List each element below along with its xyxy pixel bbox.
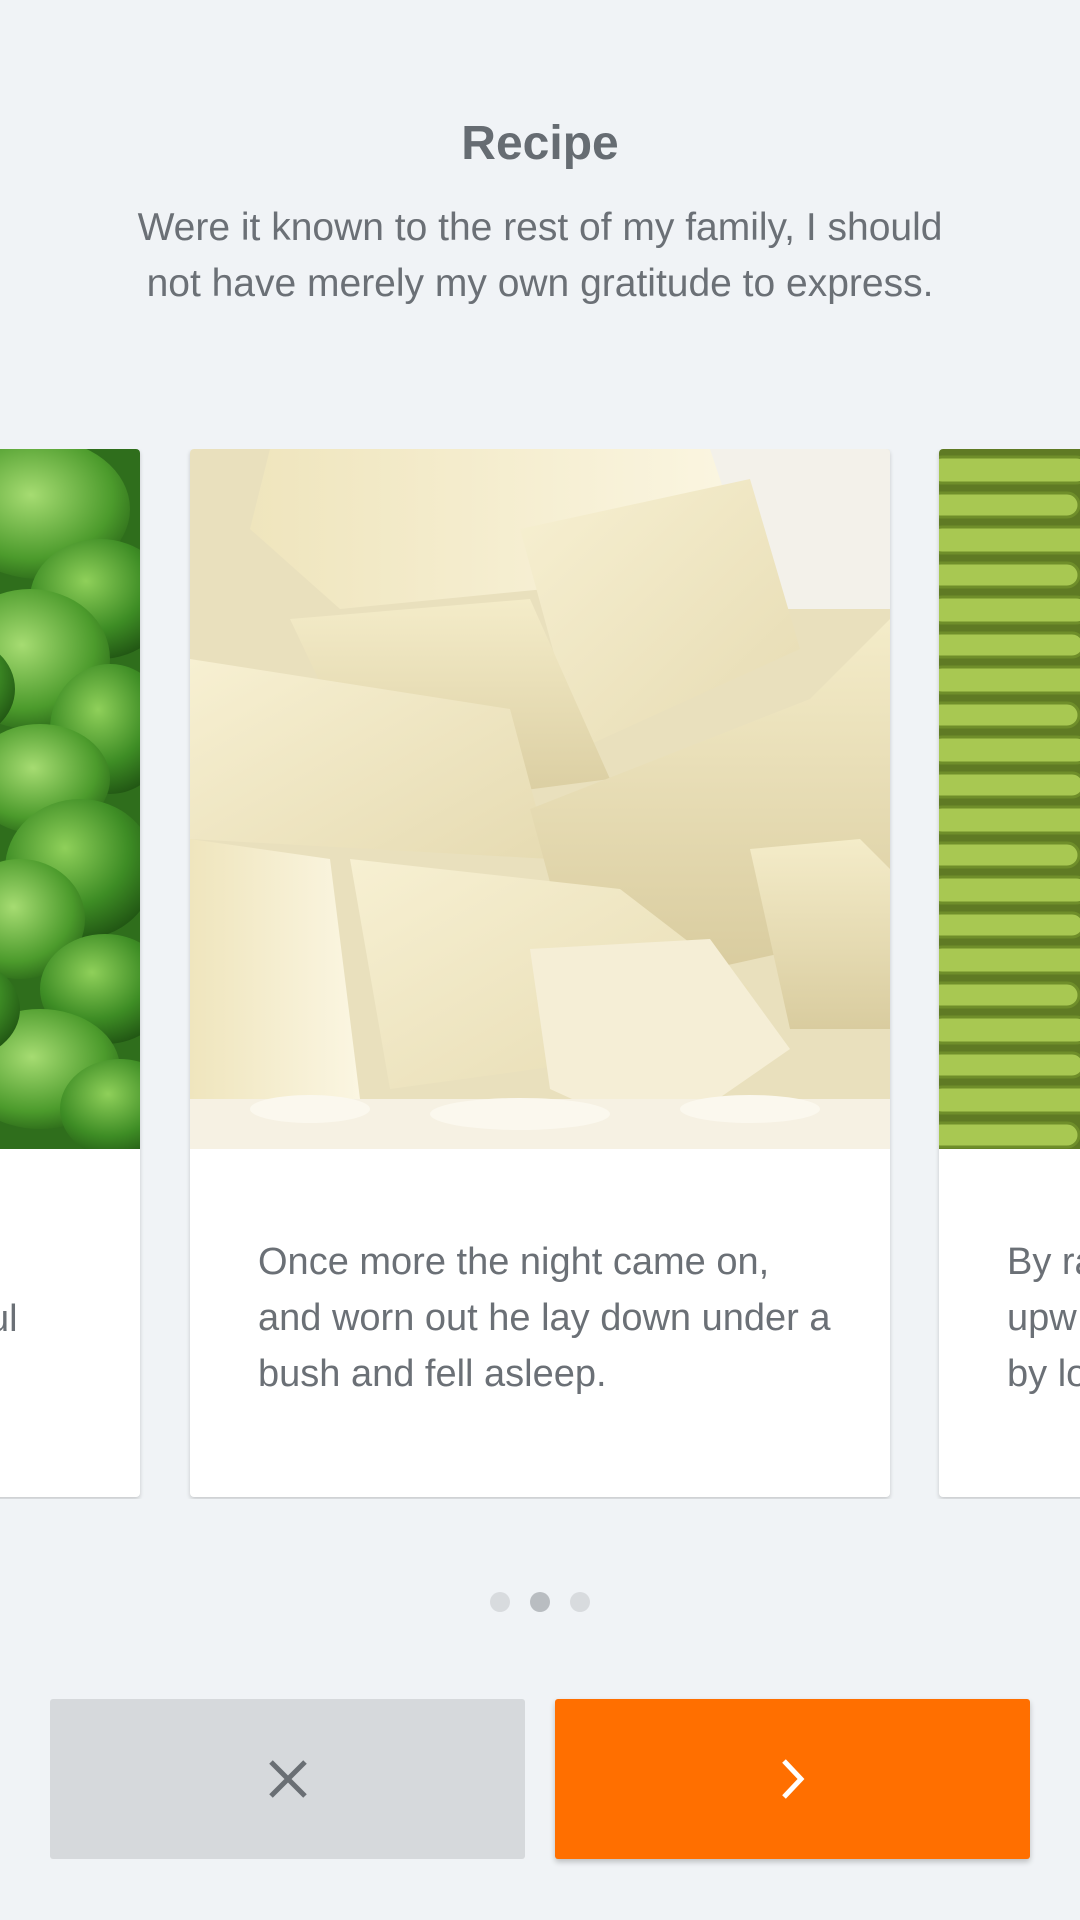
page-title: Recipe — [461, 117, 619, 170]
white-chocolate-photo — [190, 449, 890, 1149]
recipe-carousel[interactable]: ul — [0, 449, 1080, 1499]
chevron-right-icon — [778, 1756, 808, 1802]
page-dot-active[interactable] — [530, 1592, 550, 1612]
recipe-card-text-partial: ul — [0, 1298, 18, 1340]
close-icon — [265, 1756, 311, 1802]
green-beans-photo — [939, 449, 1080, 1149]
recipe-card-text: Once more the night came on, and worn ou… — [258, 1241, 831, 1395]
recipe-onboarding-screen: Recipe Were it known to the rest of my f… — [0, 0, 1080, 1920]
recipe-card-previous[interactable]: ul — [0, 449, 140, 1497]
carousel-page-indicator — [0, 1592, 1080, 1616]
recipe-card-text-partial: By ra upw by lo — [1007, 1241, 1080, 1395]
leafy-greens-photo — [0, 449, 140, 1149]
page-dot[interactable] — [570, 1592, 590, 1612]
recipe-card-next[interactable]: By ra upw by lo — [939, 449, 1080, 1497]
page-subtitle: Were it known to the rest of my family, … — [137, 206, 943, 305]
page-dot[interactable] — [490, 1592, 510, 1612]
cancel-button[interactable] — [50, 1699, 525, 1859]
next-button[interactable] — [555, 1699, 1030, 1859]
recipe-card-current[interactable]: Once more the night came on, and worn ou… — [190, 449, 890, 1497]
